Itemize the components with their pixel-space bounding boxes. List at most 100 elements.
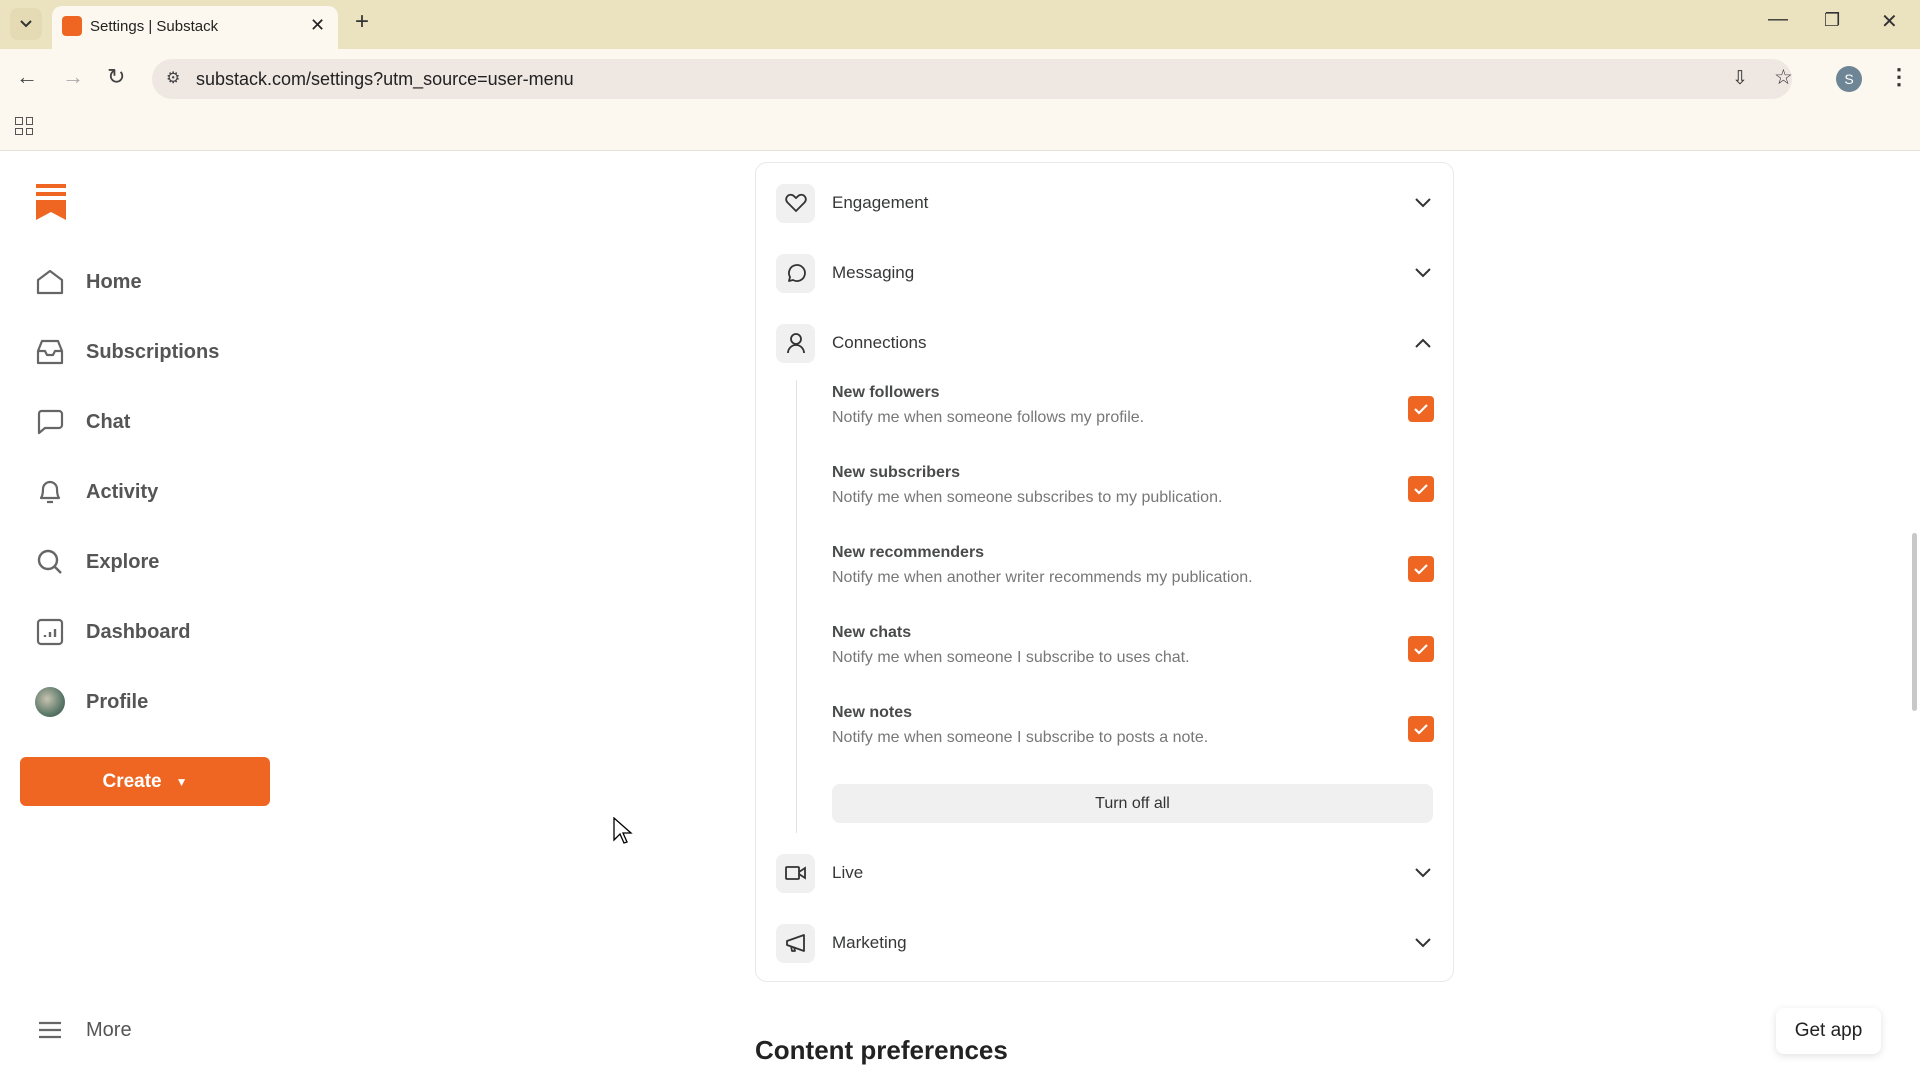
setting-title: New followers — [832, 384, 1437, 402]
checkbox-checked[interactable] — [1408, 476, 1434, 502]
checkmark-icon — [1414, 644, 1428, 655]
sidebar-item-subscriptions[interactable]: Subscriptions — [34, 332, 219, 372]
checkbox-checked[interactable] — [1408, 396, 1434, 422]
sidebar-item-label: Home — [86, 271, 142, 294]
tab-search-button[interactable] — [10, 8, 42, 40]
setting-title: New notes — [832, 704, 1437, 722]
bookmark-star-icon[interactable]: ☆ — [1774, 65, 1793, 90]
profile-avatar[interactable]: S — [1836, 66, 1862, 92]
sidebar-item-label: Chat — [86, 411, 130, 434]
avatar — [34, 686, 66, 718]
setting-description: Notify me when another writer recommends… — [832, 569, 1437, 587]
sidebar-item-home[interactable]: Home — [34, 262, 142, 302]
hamburger-icon — [34, 1014, 66, 1046]
caret-down-icon: ▼ — [176, 775, 188, 789]
close-window-button[interactable]: ✕ — [1881, 9, 1898, 34]
tab-title: Settings | Substack — [90, 18, 218, 35]
setting-new-followers: New followers Notify me when someone foll… — [832, 384, 1437, 440]
setting-description: Notify me when someone I subscribe to us… — [832, 649, 1437, 667]
close-tab-icon[interactable]: ✕ — [310, 15, 325, 36]
chevron-down-icon[interactable] — [1415, 938, 1431, 948]
scrollbar[interactable] — [1910, 152, 1920, 1080]
video-camera-icon — [776, 854, 815, 893]
setting-new-chats: New chats Notify me when someone I subscr… — [832, 624, 1437, 680]
checkmark-icon — [1414, 484, 1428, 495]
checkbox-checked[interactable] — [1408, 556, 1434, 582]
sidebar-item-label: Subscriptions — [86, 341, 219, 364]
chart-icon — [34, 616, 66, 648]
substack-logo[interactable] — [36, 184, 66, 220]
more-button[interactable]: More — [34, 1010, 132, 1050]
section-connections[interactable]: Connections — [776, 323, 1431, 363]
setting-title: New subscribers — [832, 464, 1437, 482]
section-label: Live — [832, 863, 1415, 883]
create-button[interactable]: Create ▼ — [20, 757, 270, 806]
setting-description: Notify me when someone follows my profil… — [832, 409, 1437, 427]
chevron-up-icon[interactable] — [1415, 338, 1431, 348]
browser-tab[interactable]: Settings | Substack ✕ — [52, 6, 338, 49]
turn-off-all-button[interactable]: Turn off all — [832, 784, 1433, 823]
setting-new-recommenders: New recommenders Notify me when another w… — [832, 544, 1437, 600]
back-button[interactable]: ← — [16, 64, 38, 90]
sidebar-item-activity[interactable]: Activity — [34, 472, 158, 512]
substack-favicon — [62, 16, 82, 36]
chevron-down-icon[interactable] — [1415, 868, 1431, 878]
setting-description: Notify me when someone I subscribe to po… — [832, 729, 1437, 747]
section-label: Connections — [832, 333, 1415, 353]
forward-button[interactable]: → — [62, 64, 84, 90]
sidebar-item-dashboard[interactable]: Dashboard — [34, 612, 190, 652]
sidebar-item-explore[interactable]: Explore — [34, 542, 159, 582]
sidebar-item-profile[interactable]: Profile — [34, 682, 148, 722]
site-info-icon[interactable]: ⚙ — [166, 68, 180, 88]
checkbox-checked[interactable] — [1408, 716, 1434, 742]
megaphone-icon — [776, 924, 815, 963]
section-label: Marketing — [832, 933, 1415, 953]
section-marketing[interactable]: Marketing — [776, 923, 1431, 963]
setting-new-notes: New notes Notify me when someone I subscr… — [832, 704, 1437, 760]
content-preferences-heading: Content preferences — [755, 1035, 1008, 1066]
checkmark-icon — [1414, 404, 1428, 415]
checkmark-icon — [1414, 564, 1428, 575]
inbox-icon — [34, 336, 66, 368]
more-label: More — [86, 1019, 132, 1042]
section-engagement[interactable]: Engagement — [776, 183, 1431, 223]
checkbox-checked[interactable] — [1408, 636, 1434, 662]
section-live[interactable]: Live — [776, 853, 1431, 893]
message-icon — [776, 254, 815, 293]
reload-button[interactable]: ↻ — [107, 64, 125, 90]
browser-menu-icon[interactable]: ⋮ — [1888, 64, 1910, 90]
setting-title: New chats — [832, 624, 1437, 642]
get-app-button[interactable]: Get app — [1776, 1008, 1881, 1054]
sidebar-item-label: Explore — [86, 551, 159, 574]
chevron-down-icon[interactable] — [1415, 198, 1431, 208]
address-bar[interactable]: ⚙ substack.com/settings?utm_source=user-… — [152, 59, 1792, 99]
setting-title: New recommenders — [832, 544, 1437, 562]
section-messaging[interactable]: Messaging — [776, 253, 1431, 293]
install-app-icon[interactable]: ⇩ — [1732, 67, 1748, 90]
search-icon — [34, 546, 66, 578]
checkmark-icon — [1414, 724, 1428, 735]
create-label: Create — [102, 771, 161, 793]
person-icon — [776, 324, 815, 363]
sidebar-item-label: Profile — [86, 691, 148, 714]
setting-description: Notify me when someone subscribes to my … — [832, 489, 1437, 507]
section-label: Messaging — [832, 263, 1415, 283]
heart-icon — [776, 184, 815, 223]
minimize-button[interactable]: — — [1768, 8, 1788, 31]
url-text[interactable]: substack.com/settings?utm_source=user-me… — [196, 69, 574, 90]
setting-new-subscribers: New subscribers Notify me when someone su… — [832, 464, 1437, 520]
scrollbar-thumb[interactable] — [1912, 533, 1917, 711]
restore-button[interactable]: ❐ — [1824, 10, 1840, 31]
sidebar-item-chat[interactable]: Chat — [34, 402, 130, 442]
chat-icon — [34, 406, 66, 438]
mouse-cursor — [613, 817, 633, 845]
section-label: Engagement — [832, 193, 1415, 213]
new-tab-button[interactable]: + — [355, 8, 369, 36]
connections-divider — [796, 380, 797, 833]
bell-icon — [34, 476, 66, 508]
chevron-down-icon[interactable] — [1415, 268, 1431, 278]
apps-grid-icon[interactable] — [15, 117, 33, 135]
sidebar-item-label: Activity — [86, 481, 158, 504]
home-icon — [34, 266, 66, 298]
sidebar-item-label: Dashboard — [86, 621, 190, 644]
